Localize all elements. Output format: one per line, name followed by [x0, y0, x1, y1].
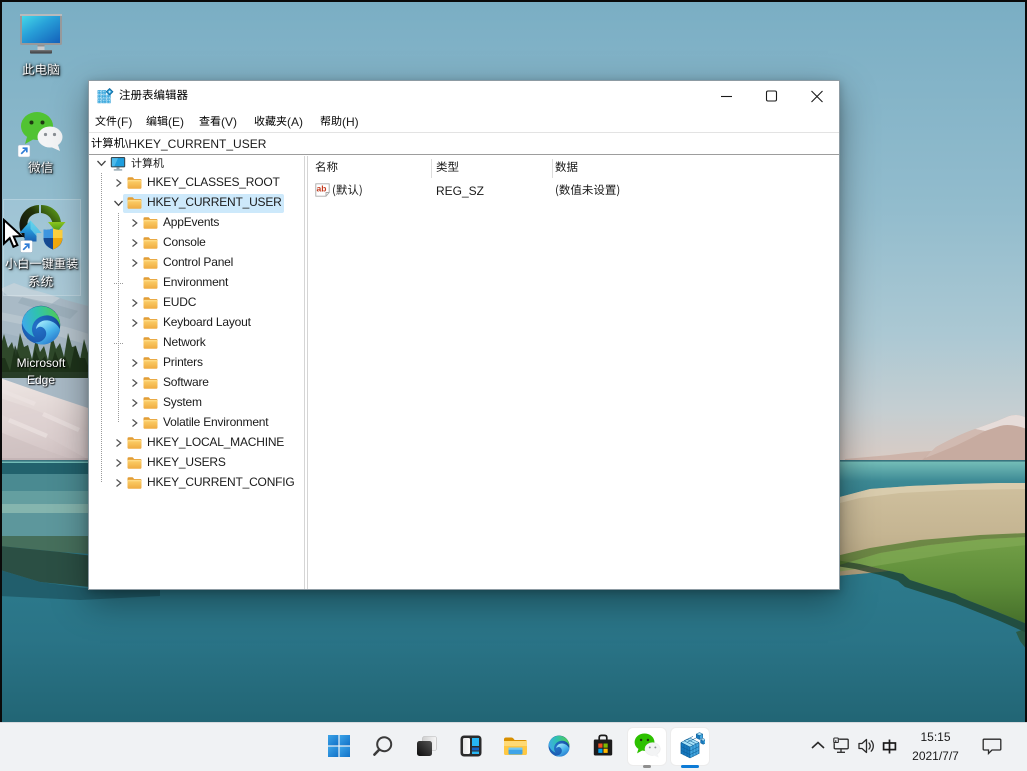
svg-text:ab: ab	[317, 184, 327, 194]
